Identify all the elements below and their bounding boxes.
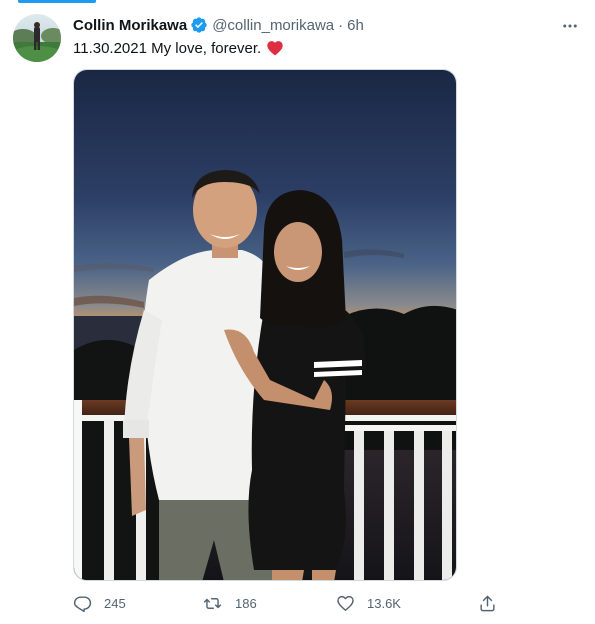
- tweet-header: Collin Morikawa @collin_morikawa · 6h: [73, 15, 364, 35]
- reply-count: 245: [104, 595, 126, 611]
- tweet-text: 11.30.2021 My love, forever.: [73, 38, 284, 58]
- heart-icon: [337, 595, 354, 611]
- reply-button[interactable]: 245: [73, 591, 126, 615]
- tweet-text-content: 11.30.2021 My love, forever.: [73, 39, 262, 57]
- tweet-actions: 245 186 13.6K: [73, 591, 503, 615]
- retweet-icon: [203, 597, 222, 609]
- avatar[interactable]: [13, 14, 61, 62]
- reply-icon: [73, 595, 92, 612]
- photo-image: [74, 70, 456, 580]
- tweet[interactable]: Collin Morikawa @collin_morikawa · 6h 11…: [0, 0, 595, 624]
- red-heart-emoji-icon: [266, 39, 284, 57]
- verified-badge-icon: [190, 16, 208, 34]
- more-icon: [563, 24, 577, 28]
- tweet-photo[interactable]: [73, 69, 457, 581]
- author-display-name[interactable]: Collin Morikawa: [73, 17, 187, 34]
- tweet-timestamp[interactable]: 6h: [347, 17, 364, 34]
- share-button[interactable]: [478, 591, 497, 615]
- retweet-button[interactable]: 186: [202, 591, 257, 615]
- author-handle[interactable]: @collin_morikawa: [212, 17, 334, 34]
- avatar-image: [13, 14, 61, 62]
- separator-dot: ·: [338, 16, 344, 34]
- like-button[interactable]: 13.6K: [336, 591, 401, 615]
- like-count: 13.6K: [367, 595, 401, 611]
- retweet-count: 186: [235, 595, 257, 611]
- share-icon: [480, 595, 495, 611]
- more-options-button[interactable]: [557, 16, 583, 36]
